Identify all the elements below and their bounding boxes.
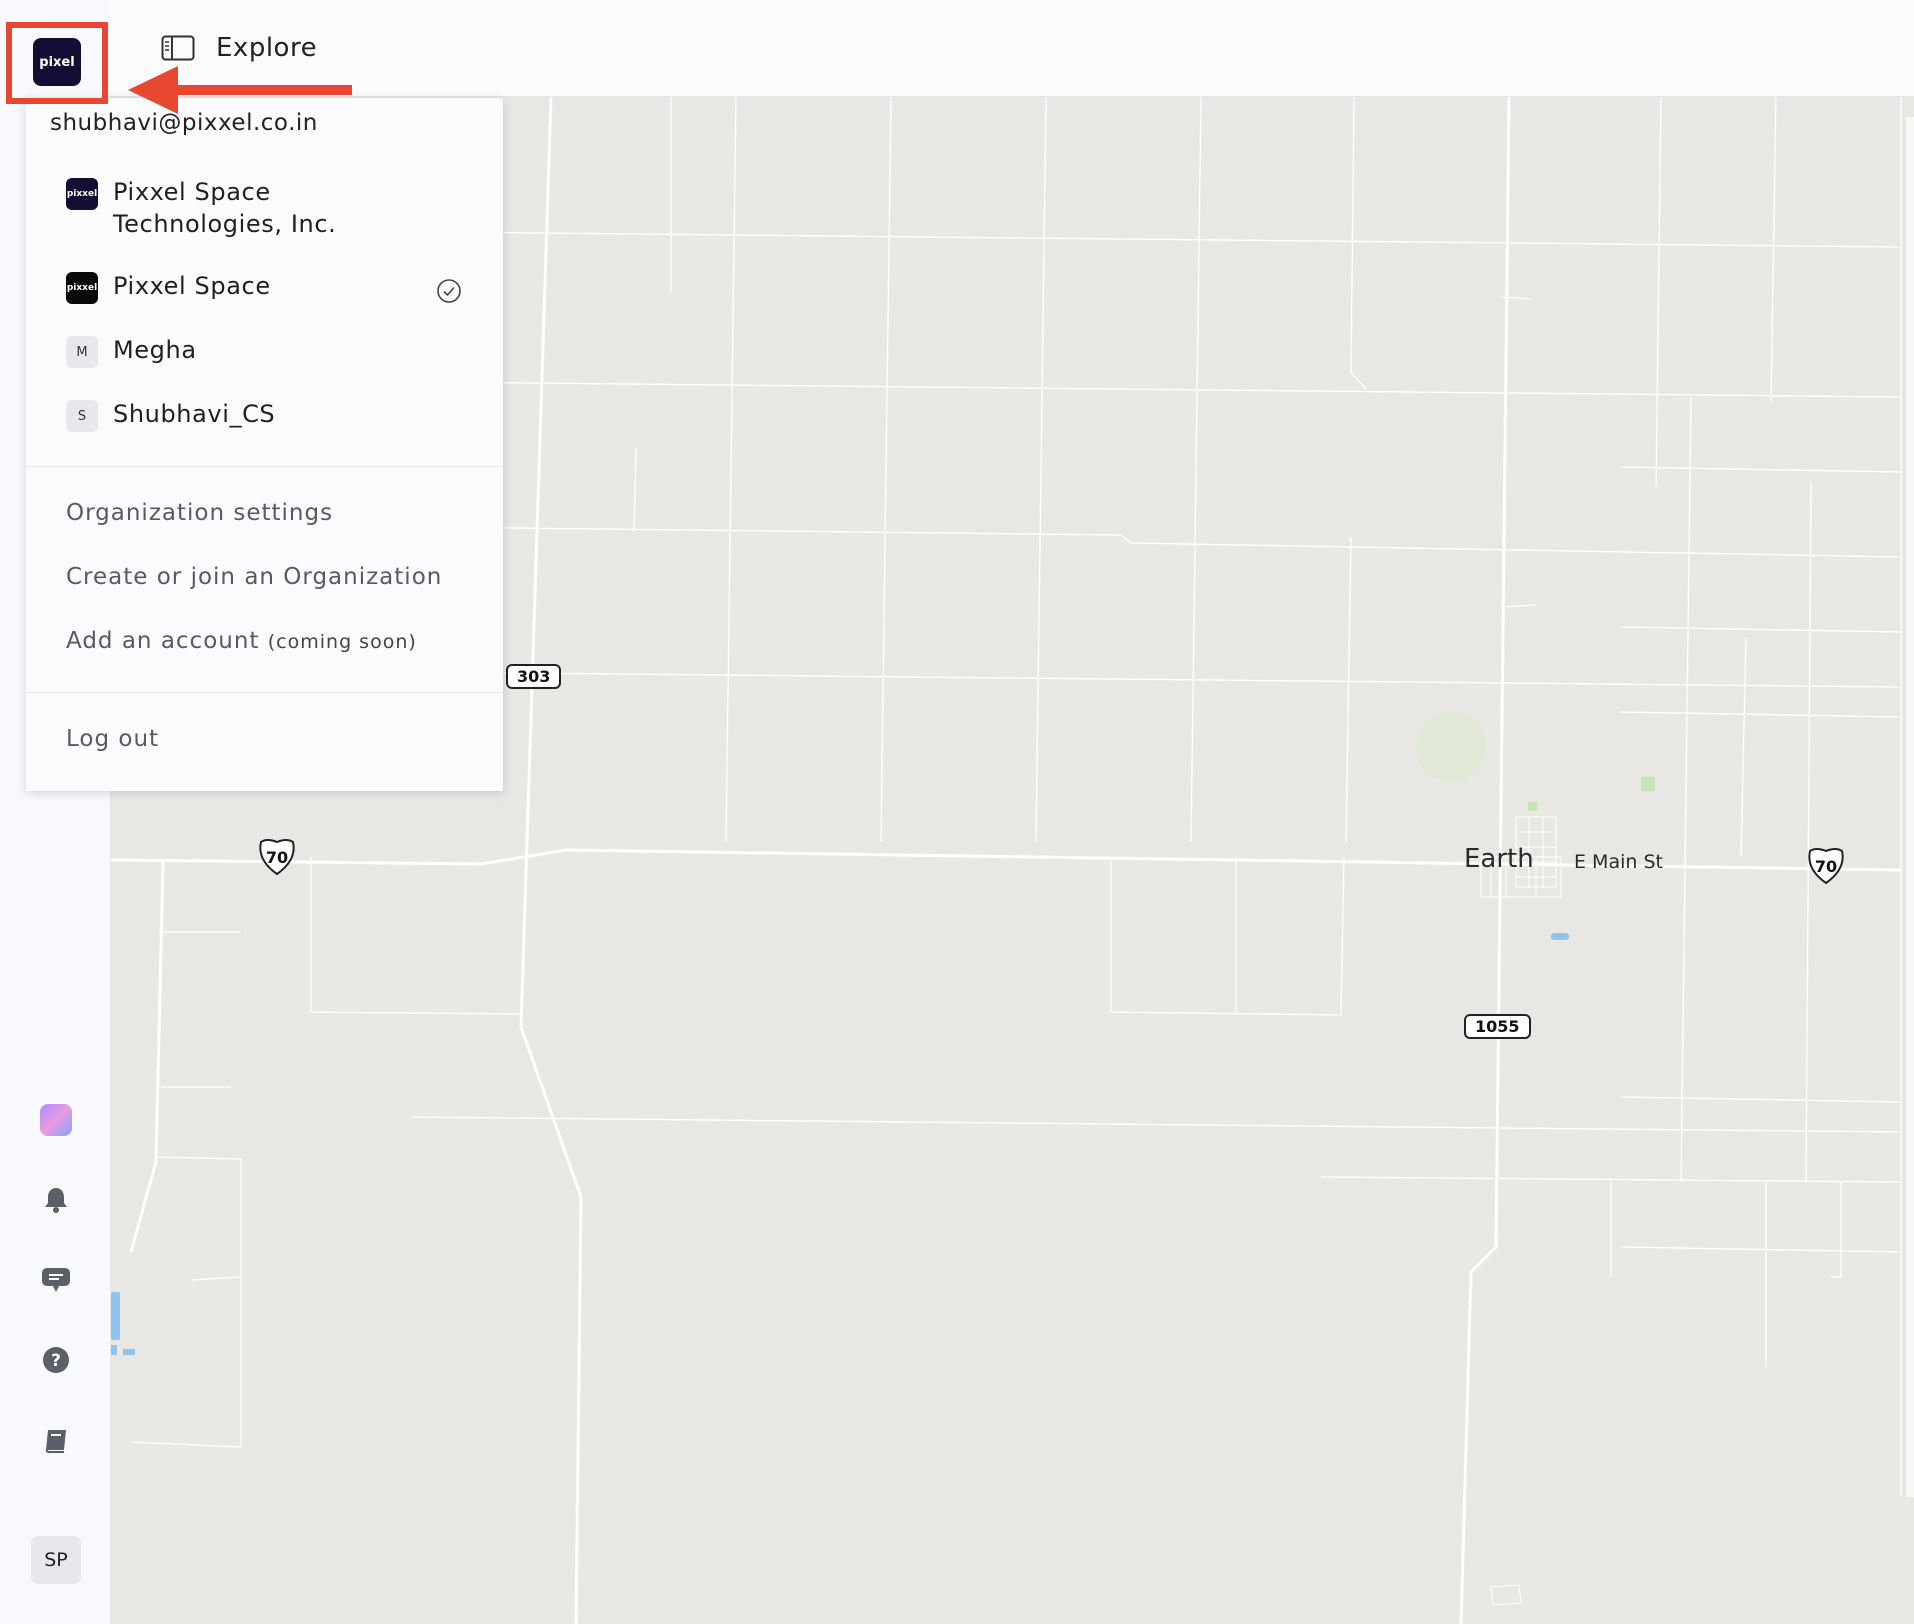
chat-icon[interactable] xyxy=(38,1262,74,1298)
us-70-shield-west: 70 xyxy=(257,838,297,876)
menu-divider xyxy=(26,466,503,467)
account-dropdown: shubhavi@pixxel.co.in pixxel Pixxel Spac… xyxy=(26,98,503,791)
top-bar: Explore xyxy=(110,0,1914,97)
org-item-label: Shubhavi_CS xyxy=(113,400,276,428)
coming-soon-note: (coming soon) xyxy=(267,631,417,653)
org-item-shubhavi-cs[interactable]: S Shubhavi_CS xyxy=(66,398,496,432)
org-item-label: Pixxel Space xyxy=(113,272,271,300)
org-badge-initial: S xyxy=(66,400,98,432)
org-item-label: Pixxel Space Technologies, Inc. xyxy=(113,178,337,238)
org-item-pixxel-space[interactable]: pixxel Pixxel Space xyxy=(66,270,496,304)
org-badge-initial: M xyxy=(66,336,98,368)
svg-text:?: ? xyxy=(51,1351,61,1371)
create-join-organization-item[interactable]: Create or join an Organization xyxy=(66,564,442,590)
menu-divider xyxy=(26,692,503,693)
highlight-box xyxy=(6,22,108,104)
us-70-west-label: 70 xyxy=(265,847,289,867)
route-303-shield: 303 xyxy=(506,664,562,689)
sidebar-toggle-icon[interactable] xyxy=(160,33,196,63)
org-badge-pixxel-logo: pixxel xyxy=(66,272,98,304)
add-account-label: Add an account xyxy=(66,628,260,654)
logout-item[interactable]: Log out xyxy=(66,726,159,752)
bell-icon[interactable] xyxy=(38,1182,74,1218)
org-badge-pixxel-logo: pixxel xyxy=(66,178,98,210)
help-icon[interactable]: ? xyxy=(38,1342,74,1378)
gradient-app-icon[interactable] xyxy=(38,1102,74,1138)
org-item-pixxel-space-technologies[interactable]: pixxel Pixxel Space Technologies, Inc. xyxy=(66,176,496,240)
annotation-arrow-icon xyxy=(128,66,352,114)
us-70-shield-east: 70 xyxy=(1806,847,1846,885)
map-street-label: E Main St xyxy=(1574,851,1663,873)
book-icon[interactable] xyxy=(38,1422,74,1458)
add-account-item[interactable]: Add an account (coming soon) xyxy=(66,628,417,654)
user-avatar[interactable]: SP xyxy=(31,1536,81,1584)
map-place-label: Earth xyxy=(1464,844,1534,874)
route-1055-shield: 1055 xyxy=(1464,1014,1531,1039)
org-item-megha[interactable]: M Megha xyxy=(66,334,496,368)
page-title: Explore xyxy=(216,33,318,63)
org-item-label: Megha xyxy=(113,336,197,364)
us-70-east-label: 70 xyxy=(1814,856,1838,876)
organization-settings-item[interactable]: Organization settings xyxy=(66,500,333,526)
